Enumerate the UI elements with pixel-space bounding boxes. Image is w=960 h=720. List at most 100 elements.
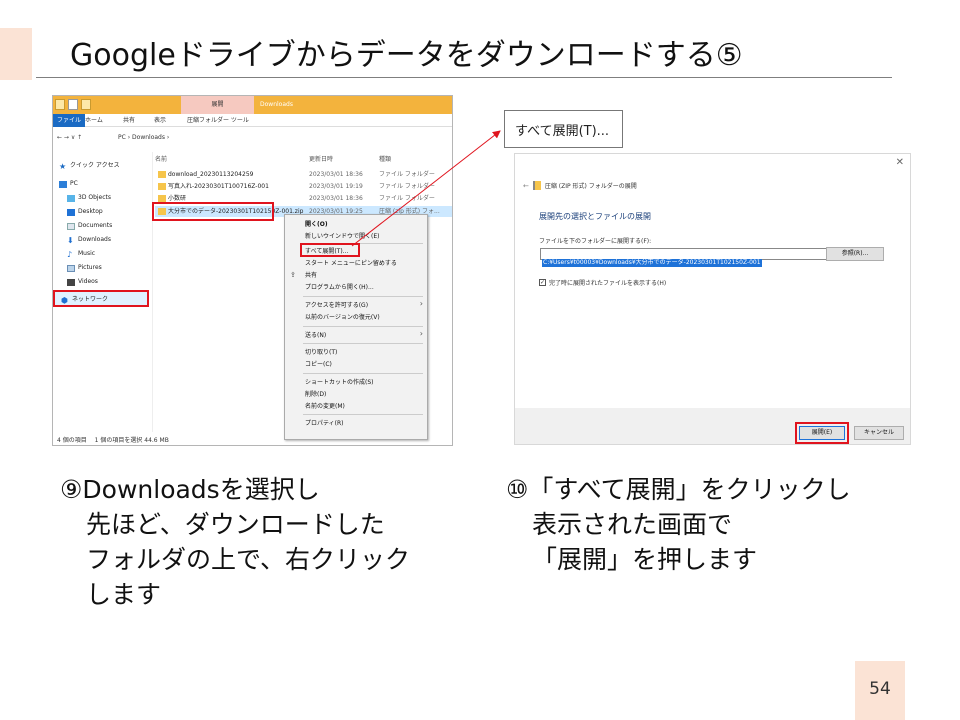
sidebar-item-pictures[interactable]: Pictures	[67, 262, 102, 274]
window-title: Downloads	[260, 101, 293, 108]
download-icon: ⬇	[67, 235, 74, 245]
show-files-checkbox[interactable]: ✓ 完了時に展開されたファイルを表示する(H)	[539, 278, 666, 287]
sidebar-item-network[interactable]: ⬢ ネットワーク	[61, 294, 108, 306]
dialog-title: 圧縮 (ZIP 形式) フォルダーの展開	[544, 183, 637, 190]
sidebar-item-quick-access[interactable]: ★ クイック アクセス	[59, 160, 120, 172]
extract-dialog-screenshot: ✕ ← 圧縮 (ZIP 形式) フォルダーの展開 展開先の選択とファイルの展開 …	[514, 153, 911, 445]
documents-icon	[67, 222, 75, 230]
properties-icon[interactable]	[68, 99, 78, 110]
step-9-line: します	[86, 580, 162, 609]
chevron-right-icon: ›	[419, 329, 423, 338]
address-bar: ← → ∨ ↑ PC › Downloads ›	[53, 132, 452, 144]
step-10-line: 表示された画面で	[532, 510, 733, 539]
page-number: 54	[869, 679, 891, 699]
quick-access-toolbar	[55, 99, 91, 110]
tab-share[interactable]: 共有	[123, 114, 135, 127]
videos-icon	[67, 278, 75, 286]
tab-view[interactable]: 表示	[154, 114, 166, 127]
file-row[interactable]: download_20230113204259 2023/03/01 18:36…	[155, 169, 452, 180]
tab-file[interactable]: ファイル	[53, 114, 86, 127]
pictures-icon	[67, 264, 75, 272]
ribbon-tabs: ファイル ホーム 共有 表示 圧縮フォルダー ツール	[53, 114, 452, 127]
network-icon: ⬢	[61, 295, 68, 305]
checkbox-label: 完了時に展開されたファイルを表示する(H)	[549, 280, 667, 287]
desktop-icon	[67, 208, 75, 216]
pc-icon	[59, 180, 67, 188]
sidebar-item-videos[interactable]: Videos	[67, 276, 98, 288]
sidebar-item-documents[interactable]: Documents	[67, 220, 112, 232]
folder-icon	[158, 171, 166, 178]
star-icon: ★	[59, 161, 67, 171]
navigation-pane: ★ クイック アクセス PC 3D Objects Desktop Documen…	[53, 152, 153, 432]
browse-button[interactable]: 参照(R)...	[826, 247, 884, 261]
checkmark-icon: ✓	[539, 279, 546, 286]
menu-item-rename[interactable]: 名前の変更(M)	[305, 401, 345, 412]
extract-all-callout: すべて展開(T)...	[504, 110, 623, 148]
3d-objects-icon	[67, 194, 75, 202]
menu-item-restore-versions[interactable]: 以前のバージョンの復元(V)	[305, 312, 380, 323]
zip-folder-icon	[532, 181, 541, 190]
extract-all-highlight-box	[300, 243, 360, 257]
tab-extract-tools[interactable]: 展開	[181, 96, 254, 114]
menu-item-give-access[interactable]: アクセスを許可する(G)	[305, 300, 368, 311]
menu-divider	[303, 296, 423, 297]
column-header-date[interactable]: 更新日時	[309, 154, 333, 163]
destination-path-value: C:¥Users¥t00003¥Downloads¥大分市でのデータ-20230…	[542, 259, 762, 267]
menu-item-properties[interactable]: プロパティ(R)	[305, 418, 344, 429]
step-10-line: 「展開」を押します	[532, 545, 758, 574]
chevron-right-icon: ›	[419, 299, 423, 308]
extract-button-highlight-box	[795, 422, 849, 444]
menu-item-copy[interactable]: コピー(C)	[305, 359, 332, 370]
column-header-type[interactable]: 種類	[379, 154, 391, 163]
folder-icon	[158, 195, 166, 202]
menu-item-open-with[interactable]: プログラムから開く(H)...	[305, 282, 374, 293]
menu-divider	[303, 343, 423, 344]
step-10-line: ⑩「すべて展開」をクリックし	[506, 475, 851, 504]
dialog-footer	[515, 408, 910, 444]
address-path[interactable]: PC › Downloads ›	[118, 132, 169, 144]
step-9-instructions: ⑨Downloadsを選択し 先ほど、ダウンロードした フォルダの上で、右クリッ…	[60, 472, 480, 612]
callout-label: すべて展開(T)...	[515, 124, 610, 139]
back-arrow-icon[interactable]: ←	[523, 182, 529, 190]
slide-title: Googleドライブからデータをダウンロードする⑤	[70, 38, 743, 73]
menu-divider	[303, 414, 423, 415]
tab-compressed-folder-tools[interactable]: 圧縮フォルダー ツール	[187, 114, 249, 127]
page-number-box: 54	[855, 661, 905, 720]
menu-item-open-new-window[interactable]: 新しいウインドウで開く(E)	[305, 231, 379, 242]
sidebar-item-downloads[interactable]: ⬇ Downloads	[67, 234, 111, 246]
step-9-line: ⑨Downloadsを選択し	[60, 475, 320, 504]
navigation-arrows[interactable]: ← → ∨ ↑	[57, 132, 82, 144]
dialog-subtitle: 展開先の選択とファイルの展開	[539, 212, 651, 221]
menu-item-create-shortcut[interactable]: ショートカットの作成(S)	[305, 377, 374, 388]
explorer-titlebar: 展開 Downloads	[53, 96, 452, 114]
file-row[interactable]: 写真入れ-20230301T100716Z-001 2023/03/01 19:…	[155, 181, 452, 192]
menu-divider	[303, 373, 423, 374]
sidebar-item-music[interactable]: ♪ Music	[67, 248, 95, 260]
folder-icon[interactable]	[55, 99, 65, 110]
menu-item-open[interactable]: 開く(O)	[305, 219, 328, 230]
tab-home[interactable]: ホーム	[85, 114, 103, 127]
sidebar-item-desktop[interactable]: Desktop	[67, 206, 103, 218]
step-9-line: 先ほど、ダウンロードした	[86, 510, 385, 539]
dialog-header: ← 圧縮 (ZIP 形式) フォルダーの展開	[523, 181, 637, 190]
menu-item-send-to[interactable]: 送る(N)	[305, 330, 326, 341]
column-header-name[interactable]: 名前	[155, 154, 167, 163]
step-9-line: フォルダの上で、右クリック	[86, 545, 411, 574]
close-icon[interactable]: ✕	[896, 157, 904, 168]
menu-item-pin-to-start[interactable]: スタート メニューにピン留めする	[305, 258, 397, 269]
sidebar-item-pc[interactable]: PC	[59, 178, 78, 190]
context-menu: 開く(O) 新しいウインドウで開く(E) すべて展開(T)... スタート メニ…	[284, 214, 428, 440]
destination-path-input[interactable]: C:¥Users¥t00003¥Downloads¥大分市でのデータ-20230…	[540, 248, 828, 267]
folder-icon	[158, 183, 166, 190]
title-accent-block	[0, 28, 32, 80]
menu-item-cut[interactable]: 切り取り(T)	[305, 347, 337, 358]
menu-item-share[interactable]: 共有	[305, 270, 317, 281]
new-folder-icon[interactable]	[81, 99, 91, 110]
sidebar-item-3d-objects[interactable]: 3D Objects	[67, 192, 111, 204]
menu-item-delete[interactable]: 削除(D)	[305, 389, 326, 400]
title-divider	[36, 77, 892, 78]
music-icon: ♪	[67, 249, 73, 259]
cancel-button[interactable]: キャンセル	[854, 426, 904, 440]
explorer-screenshot: 展開 Downloads ファイル ホーム 共有 表示 圧縮フォルダー ツール …	[52, 95, 453, 446]
zip-file-highlight-box	[152, 202, 274, 221]
